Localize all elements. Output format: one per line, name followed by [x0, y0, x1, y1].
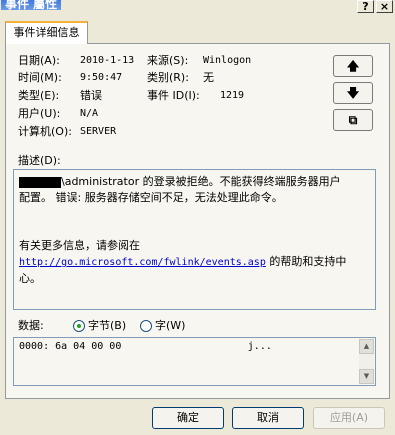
time-value: 9:50:47 — [80, 72, 123, 83]
data-content: 0000: 6a 04 00 00 j... — [19, 341, 272, 352]
data-label: 数据: — [18, 319, 44, 332]
time-row: 时间(M): — [18, 70, 62, 86]
computer-value: SERVER — [80, 126, 117, 137]
date-value: 2010-1-13 — [80, 55, 135, 66]
description-label: 描述(D): — [18, 154, 61, 167]
data-scrollbar[interactable]: ▲ ▼ — [359, 339, 374, 384]
copy-button[interactable]: ⧉ — [333, 109, 373, 131]
apply-button[interactable]: 应用(A) — [313, 407, 385, 429]
previous-event-button[interactable]: 🡅 — [333, 55, 373, 77]
date-row: 日期(A): — [18, 53, 60, 69]
arrow-up-icon: 🡅 — [346, 59, 360, 73]
copy-icon: ⧉ — [348, 113, 358, 127]
ok-button[interactable]: 确定 — [152, 407, 224, 429]
scroll-up-icon[interactable]: ▲ — [359, 339, 374, 354]
event-id-label: 事件 ID(I): — [147, 89, 200, 102]
user-value: N/A — [80, 108, 99, 119]
type-value: 错误 — [80, 89, 102, 102]
type-label: 类型(E): — [18, 89, 60, 102]
radio-bytes[interactable]: 字节(B) — [73, 318, 126, 334]
close-button[interactable]: × — [376, 0, 393, 13]
radio-bytes-label: 字节(B) — [88, 319, 127, 332]
description-text-2: 配置。 错误: 服务器存储空间不足，无法处理此命令。 — [19, 191, 283, 204]
radio-bytes-icon — [73, 320, 85, 332]
tab-event-details[interactable]: 事件详细信息 — [5, 21, 88, 44]
source-label: 来源(S): — [147, 54, 189, 67]
link-line: http://go.microsoft.com/fwlink/events.as… — [19, 254, 370, 271]
line-end: 心。 — [19, 272, 41, 285]
link-suffix: 的帮助和支持中 — [265, 255, 347, 268]
type-row: 类型(E): — [18, 88, 59, 104]
category-value: 无 — [203, 71, 214, 84]
scroll-down-icon[interactable]: ▼ — [359, 369, 374, 384]
category-label: 类别(R): — [147, 71, 189, 84]
redacted-block — [19, 176, 61, 188]
more-info-text: 有关更多信息，请参阅在 — [19, 239, 140, 252]
time-label: 时间(M): — [18, 71, 62, 84]
source-value: Winlogon — [203, 55, 252, 66]
description-box[interactable]: \administrator 的登录被拒绝。不能获得终端服务器用户 配置。 错误… — [13, 169, 376, 310]
event-id-value: 1219 — [220, 90, 245, 101]
radio-words-label: 字(W) — [155, 319, 186, 332]
user-row: 用户(U): — [18, 106, 60, 122]
radio-words-icon — [140, 320, 152, 332]
date-label: 日期(A): — [18, 54, 60, 67]
next-event-button[interactable]: 🡇 — [333, 82, 373, 104]
arrow-down-icon: 🡇 — [346, 86, 360, 100]
cancel-button[interactable]: 取消 — [232, 407, 304, 429]
data-box[interactable]: 0000: 6a 04 00 00 j... ▲ ▼ — [13, 337, 376, 386]
help-button[interactable]: ? — [357, 0, 374, 13]
user-label: 用户(U): — [18, 107, 61, 120]
description-text-1: \administrator 的登录被拒绝。不能获得终端服务器用户 — [61, 175, 341, 188]
help-link[interactable]: http://go.microsoft.com/fwlink/events.as… — [19, 257, 266, 268]
window-title: 事件 屬性 — [1, 0, 62, 11]
description-line-1: \administrator 的登录被拒绝。不能获得终端服务器用户 — [19, 174, 370, 190]
computer-label: 计算机(O): — [18, 125, 72, 138]
title-bar: 事件 屬性 ? × — [0, 0, 395, 13]
radio-words[interactable]: 字(W) — [140, 318, 185, 334]
computer-row: 计算机(O): — [18, 124, 72, 140]
